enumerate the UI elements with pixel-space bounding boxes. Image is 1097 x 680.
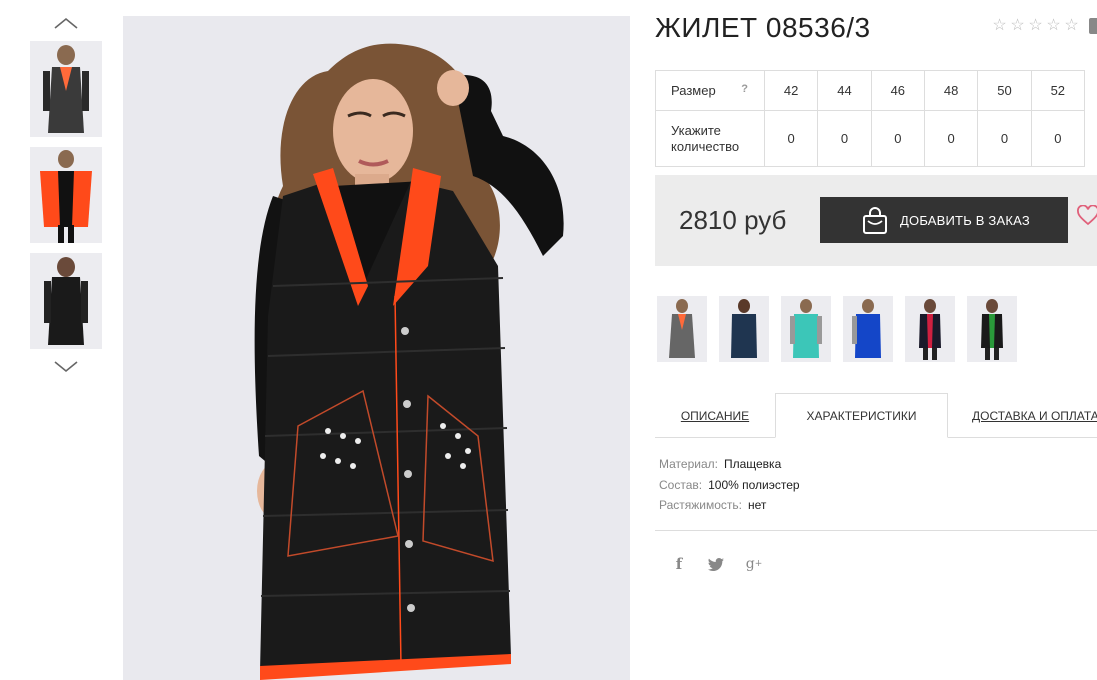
color-variant-black-red[interactable]: [905, 296, 955, 362]
size-help-icon[interactable]: ?: [741, 83, 748, 95]
spec-label: Материал:: [659, 457, 718, 471]
product-page: ЖИЛЕТ 08536/3 ☆ ☆ ☆ ☆ ☆ Размер ? 42 44 4…: [0, 0, 1097, 680]
spec-value: Плащевка: [723, 457, 782, 471]
size-value: 48: [923, 70, 979, 111]
tab-delivery-payment[interactable]: ДОСТАВКА И ОПЛАТА: [948, 393, 1097, 438]
spec-label: Состав:: [659, 478, 703, 492]
tab-characteristics[interactable]: ХАРАКТЕРИСТИКИ: [775, 393, 948, 438]
spec-row: Состав: 100% полиэстер: [659, 478, 800, 492]
product-tabs: ОПИСАНИЕ ХАРАКТЕРИСТИКИ ДОСТАВКА И ОПЛАТ…: [655, 393, 1097, 438]
star-icon[interactable]: ☆: [1009, 17, 1026, 34]
google-plus-icon[interactable]: g +: [744, 555, 764, 573]
star-icon[interactable]: ☆: [991, 17, 1008, 34]
add-to-order-button[interactable]: ДОБАВИТЬ В ЗАКАЗ: [820, 197, 1068, 243]
spec-value: 100% полиэстер: [708, 478, 800, 492]
thumbnails-down-arrow[interactable]: [30, 358, 102, 376]
favorite-heart-icon[interactable]: [1077, 205, 1097, 227]
size-value: 52: [1030, 70, 1086, 111]
size-value: 44: [817, 70, 872, 111]
color-variant-gray[interactable]: [657, 296, 707, 362]
color-variant-black-green[interactable]: [967, 296, 1017, 362]
color-variant-navy[interactable]: [719, 296, 769, 362]
thumbnail-2[interactable]: [30, 147, 102, 243]
thumbnail-1[interactable]: [30, 41, 102, 137]
size-quantity-table: Размер ? 42 44 46 48 50 52 Укажите колич…: [655, 70, 1086, 167]
color-variant-blue[interactable]: [843, 296, 893, 362]
thumbnail-3[interactable]: [30, 253, 102, 349]
add-to-order-label: ДОБАВИТЬ В ЗАКАЗ: [900, 212, 1030, 228]
chevron-up-icon: [54, 17, 78, 29]
shopping-bag-icon: [863, 207, 887, 234]
rating-stars[interactable]: ☆ ☆ ☆ ☆ ☆: [991, 17, 1080, 34]
comment-icon[interactable]: [1089, 18, 1097, 34]
quantity-field[interactable]: 0: [1030, 110, 1086, 167]
quantity-label: Укажите количество: [655, 110, 765, 167]
quantity-field[interactable]: 0: [977, 110, 1032, 167]
size-label: Размер: [671, 83, 716, 98]
spec-value: нет: [748, 498, 767, 512]
size-value: 46: [870, 70, 925, 111]
star-icon[interactable]: ☆: [1027, 17, 1044, 34]
main-product-image[interactable]: [123, 16, 630, 680]
size-value: 50: [977, 70, 1032, 111]
quantity-row: Укажите количество 0 0 0 0 0 0: [655, 110, 1086, 167]
size-row: Размер ? 42 44 46 48 50 52: [655, 70, 1086, 111]
quantity-field[interactable]: 0: [763, 110, 819, 167]
spec-row: Растяжимость: нет: [659, 498, 766, 512]
quantity-field[interactable]: 0: [817, 110, 872, 167]
twitter-icon[interactable]: [706, 555, 726, 573]
chevron-down-icon: [54, 361, 78, 373]
quantity-field[interactable]: 0: [923, 110, 979, 167]
product-title: ЖИЛЕТ 08536/3: [655, 12, 871, 43]
spec-row: Материал: Плащевка: [659, 457, 781, 471]
size-value: 42: [763, 70, 819, 111]
specs-divider: [655, 530, 1097, 531]
tab-description[interactable]: ОПИСАНИЕ: [655, 393, 775, 438]
price: 2810 руб: [679, 205, 787, 235]
size-label-cell: Размер ?: [655, 70, 765, 111]
color-variant-turquoise[interactable]: [781, 296, 831, 362]
buy-box: 2810 руб ДОБАВИТЬ В ЗАКАЗ: [655, 175, 1097, 266]
spec-label: Растяжимость:: [659, 498, 743, 512]
thumbnails-up-arrow[interactable]: [30, 14, 102, 32]
color-variants: [657, 296, 1017, 362]
quantity-field[interactable]: 0: [870, 110, 925, 167]
star-icon[interactable]: ☆: [1045, 17, 1062, 34]
facebook-icon[interactable]: f: [669, 555, 689, 573]
star-icon[interactable]: ☆: [1063, 17, 1080, 34]
